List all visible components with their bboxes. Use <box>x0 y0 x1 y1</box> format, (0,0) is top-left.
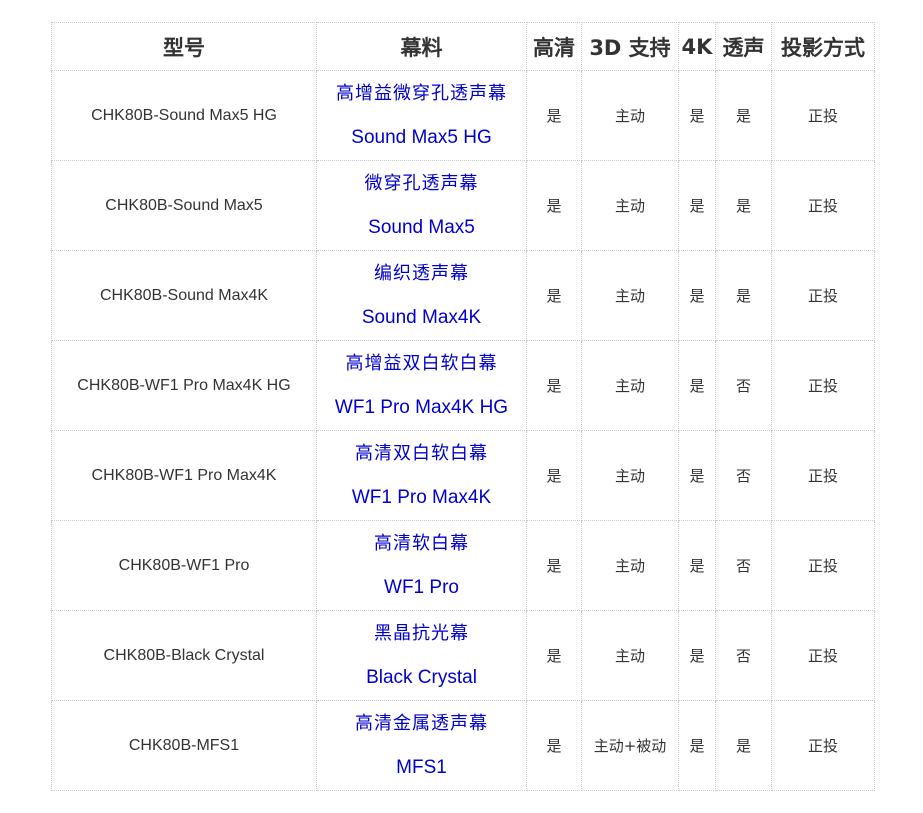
screen-name-en: WF1 Pro Max4K <box>351 486 492 508</box>
header-acoustic: 透声 <box>715 22 772 71</box>
header-4k: 4K <box>678 22 716 71</box>
4k-cell: 是 <box>678 520 716 611</box>
3d-support-cell: 主动 <box>581 340 679 431</box>
3d-support-cell: 主动 <box>581 520 679 611</box>
projection-cell: 正投 <box>771 430 875 521</box>
screen-name-en: Sound Max5 HG <box>351 126 492 148</box>
4k-cell: 是 <box>678 340 716 431</box>
table-row: CHK80B-WF1 Pro 高清软白幕 WF1 Pro 是主动是否正投 <box>51 520 875 611</box>
screen-name-cn: 高增益微穿孔透声幕 <box>336 82 507 104</box>
hd-cell: 是 <box>526 70 582 161</box>
4k-cell: 是 <box>678 700 716 791</box>
model-cell: CHK80B-WF1 Pro <box>51 520 317 611</box>
screen-name-cn: 编织透声幕 <box>374 262 469 284</box>
acoustic-cell: 否 <box>715 340 772 431</box>
projection-cell: 正投 <box>771 70 875 161</box>
3d-support-cell: 主动 <box>581 250 679 341</box>
screen-cell: 微穿孔透声幕 Sound Max5 <box>316 160 527 251</box>
screen-name-en: WF1 Pro <box>384 576 459 598</box>
screen-name-cn: 黑晶抗光幕 <box>374 622 469 644</box>
acoustic-cell: 是 <box>715 160 772 251</box>
acoustic-cell: 是 <box>715 700 772 791</box>
hd-cell: 是 <box>526 160 582 251</box>
screen-name-cn: 高增益双白软白幕 <box>345 352 498 374</box>
projection-cell: 正投 <box>771 340 875 431</box>
header-projection: 投影方式 <box>771 22 875 71</box>
header-row: 型号 幕料 高清 3D 支持 4K 透声 投影方式 <box>51 22 875 71</box>
3d-support-cell: 主动 <box>581 70 679 161</box>
table-row: CHK80B-Sound Max5 微穿孔透声幕 Sound Max5 是主动是是正投 <box>51 160 875 251</box>
table-row: CHK80B-WF1 Pro Max4K HG 高增益双白软白幕 WF1 Pro M… <box>51 340 875 431</box>
header-3d: 3D 支持 <box>581 22 679 71</box>
projection-cell: 正投 <box>771 700 875 791</box>
screen-name-cn: 高清双白软白幕 <box>355 442 488 464</box>
model-cell: CHK80B-Black Crystal <box>51 610 317 701</box>
projection-cell: 正投 <box>771 160 875 251</box>
screen-name-cn: 高清软白幕 <box>374 532 469 554</box>
model-cell: CHK80B-Sound Max5 HG <box>51 70 317 161</box>
table-row: CHK80B-Black Crystal 黑晶抗光幕 Black Crystal 是主… <box>51 610 875 701</box>
4k-cell: 是 <box>678 250 716 341</box>
screen-cell: 编织透声幕 Sound Max4K <box>316 250 527 341</box>
screen-name-en: Black Crystal <box>366 666 477 688</box>
4k-cell: 是 <box>678 70 716 161</box>
acoustic-cell: 否 <box>715 610 772 701</box>
acoustic-cell: 是 <box>715 70 772 161</box>
projection-cell: 正投 <box>771 520 875 611</box>
hd-cell: 是 <box>526 250 582 341</box>
3d-support-cell: 主动 <box>581 610 679 701</box>
hd-cell: 是 <box>526 610 582 701</box>
3d-support-cell: 主动 <box>581 430 679 521</box>
screen-cell: 高增益双白软白幕 WF1 Pro Max4K HG <box>316 340 527 431</box>
model-cell: CHK80B-WF1 Pro Max4K <box>51 430 317 521</box>
4k-cell: 是 <box>678 610 716 701</box>
table-row: CHK80B-MFS1 高清金属透声幕 MFS1 是主动+被动是是正投 <box>51 700 875 791</box>
4k-cell: 是 <box>678 430 716 521</box>
acoustic-cell: 否 <box>715 430 772 521</box>
header-model: 型号 <box>51 22 317 71</box>
screen-name-en: MFS1 <box>396 756 447 778</box>
table-row: CHK80B-Sound Max4K 编织透声幕 Sound Max4K 是主动是是正… <box>51 250 875 341</box>
hd-cell: 是 <box>526 700 582 791</box>
screen-name-cn: 微穿孔透声幕 <box>364 172 479 194</box>
screen-name-en: WF1 Pro Max4K HG <box>334 396 509 418</box>
table-row: CHK80B-Sound Max5 HG 高增益微穿孔透声幕 Sound Max5 … <box>51 70 875 161</box>
screen-cell: 黑晶抗光幕 Black Crystal <box>316 610 527 701</box>
screen-cell: 高增益微穿孔透声幕 Sound Max5 HG <box>316 70 527 161</box>
hd-cell: 是 <box>526 520 582 611</box>
screen-name-en: Sound Max5 <box>368 216 475 238</box>
screen-cell: 高清软白幕 WF1 Pro <box>316 520 527 611</box>
3d-support-cell: 主动 <box>581 160 679 251</box>
hd-cell: 是 <box>526 430 582 521</box>
3d-support-cell: 主动+被动 <box>581 700 679 791</box>
acoustic-cell: 否 <box>715 520 772 611</box>
projection-cell: 正投 <box>771 250 875 341</box>
model-cell: CHK80B-Sound Max5 <box>51 160 317 251</box>
hd-cell: 是 <box>526 340 582 431</box>
screen-cell: 高清金属透声幕 MFS1 <box>316 700 527 791</box>
screen-cell: 高清双白软白幕 WF1 Pro Max4K <box>316 430 527 521</box>
projection-cell: 正投 <box>771 610 875 701</box>
acoustic-cell: 是 <box>715 250 772 341</box>
table-row: CHK80B-WF1 Pro Max4K 高清双白软白幕 WF1 Pro Max4K… <box>51 430 875 521</box>
model-cell: CHK80B-Sound Max4K <box>51 250 317 341</box>
screen-name-en: Sound Max4K <box>361 306 482 328</box>
model-cell: CHK80B-MFS1 <box>51 700 317 791</box>
header-screen: 幕料 <box>316 22 527 71</box>
4k-cell: 是 <box>678 160 716 251</box>
model-cell: CHK80B-WF1 Pro Max4K HG <box>51 340 317 431</box>
header-hd: 高清 <box>526 22 582 71</box>
screen-name-cn: 高清金属透声幕 <box>355 712 488 734</box>
spec-table: 型号 幕料 高清 3D 支持 4K 透声 投影方式 CHK80B-Sound M… <box>51 22 875 791</box>
